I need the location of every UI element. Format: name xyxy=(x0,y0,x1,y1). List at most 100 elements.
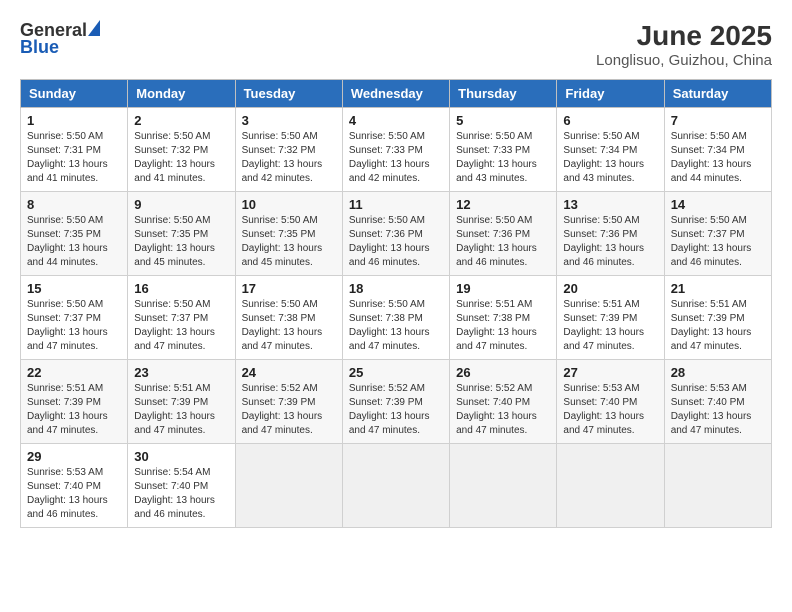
week-row-2: 8Sunrise: 5:50 AM Sunset: 7:35 PM Daylig… xyxy=(21,192,772,276)
weekday-header-tuesday: Tuesday xyxy=(235,80,342,108)
weekday-header-monday: Monday xyxy=(128,80,235,108)
day-cell: 28Sunrise: 5:53 AM Sunset: 7:40 PM Dayli… xyxy=(664,360,771,444)
weekday-header-thursday: Thursday xyxy=(450,80,557,108)
day-number: 16 xyxy=(134,281,228,296)
day-cell xyxy=(342,444,449,528)
day-number: 23 xyxy=(134,365,228,380)
day-number: 30 xyxy=(134,449,228,464)
day-number: 25 xyxy=(349,365,443,380)
subtitle: Longlisuo, Guizhou, China xyxy=(596,52,772,69)
day-info: Sunrise: 5:51 AM Sunset: 7:38 PM Dayligh… xyxy=(456,298,550,354)
day-info: Sunrise: 5:54 AM Sunset: 7:40 PM Dayligh… xyxy=(134,466,228,522)
day-cell: 23 Sunrise: 5:51 AM Sunset: 7:39 PM Dayli… xyxy=(128,360,235,444)
day-cell: 26 Sunrise: 5:52 AM Sunset: 7:40 PM Dayli… xyxy=(450,360,557,444)
day-info: Sunrise: 5:50 AM Sunset: 7:32 PM Dayligh… xyxy=(134,130,228,186)
day-info: Sunrise: 5:50 AM Sunset: 7:35 PM Dayligh… xyxy=(27,214,121,270)
day-cell: 3 Sunrise: 5:50 AM Sunset: 7:32 PM Daylig… xyxy=(235,108,342,192)
day-info: Sunrise: 5:50 AM Sunset: 7:33 PM Dayligh… xyxy=(456,130,550,186)
day-info: Sunrise: 5:50 AM Sunset: 7:38 PM Dayligh… xyxy=(242,298,336,354)
week-row-4: 22 Sunrise: 5:51 AM Sunset: 7:39 PM Dayli… xyxy=(21,360,772,444)
day-cell: 14 Sunrise: 5:50 AM Sunset: 7:37 PM Dayli… xyxy=(664,192,771,276)
day-number: 20 xyxy=(563,281,657,296)
main-title: June 2025 xyxy=(596,20,772,52)
day-cell: 20 Sunrise: 5:51 AM Sunset: 7:39 PM Dayli… xyxy=(557,276,664,360)
day-cell: 8Sunrise: 5:50 AM Sunset: 7:35 PM Daylig… xyxy=(21,192,128,276)
day-cell: 30 Sunrise: 5:54 AM Sunset: 7:40 PM Dayli… xyxy=(128,444,235,528)
day-info: Sunrise: 5:50 AM Sunset: 7:35 PM Dayligh… xyxy=(134,214,228,270)
title-block: June 2025 Longlisuo, Guizhou, China xyxy=(596,20,772,69)
day-info: Sunrise: 5:53 AM Sunset: 7:40 PM Dayligh… xyxy=(563,382,657,438)
day-cell: 21 Sunrise: 5:51 AM Sunset: 7:39 PM Dayli… xyxy=(664,276,771,360)
day-number: 27 xyxy=(563,365,657,380)
day-info: Sunrise: 5:51 AM Sunset: 7:39 PM Dayligh… xyxy=(563,298,657,354)
day-cell: 9 Sunrise: 5:50 AM Sunset: 7:35 PM Daylig… xyxy=(128,192,235,276)
day-number: 29 xyxy=(27,449,121,464)
day-info: Sunrise: 5:50 AM Sunset: 7:31 PM Dayligh… xyxy=(27,130,121,186)
day-cell: 29 Sunrise: 5:53 AM Sunset: 7:40 PM Dayli… xyxy=(21,444,128,528)
day-cell: 16 Sunrise: 5:50 AM Sunset: 7:37 PM Dayli… xyxy=(128,276,235,360)
day-cell: 25 Sunrise: 5:52 AM Sunset: 7:39 PM Dayli… xyxy=(342,360,449,444)
day-info: Sunrise: 5:50 AM Sunset: 7:37 PM Dayligh… xyxy=(671,214,765,270)
day-cell: 10 Sunrise: 5:50 AM Sunset: 7:35 PM Dayli… xyxy=(235,192,342,276)
day-info: Sunrise: 5:50 AM Sunset: 7:32 PM Dayligh… xyxy=(242,130,336,186)
day-cell: 11Sunrise: 5:50 AM Sunset: 7:36 PM Dayli… xyxy=(342,192,449,276)
day-number: 6 xyxy=(563,113,657,128)
day-info: Sunrise: 5:51 AM Sunset: 7:39 PM Dayligh… xyxy=(134,382,228,438)
day-cell xyxy=(235,444,342,528)
weekday-header-saturday: Saturday xyxy=(664,80,771,108)
day-info: Sunrise: 5:50 AM Sunset: 7:35 PM Dayligh… xyxy=(242,214,336,270)
day-info: Sunrise: 5:50 AM Sunset: 7:38 PM Dayligh… xyxy=(349,298,443,354)
day-number: 24 xyxy=(242,365,336,380)
day-number: 28 xyxy=(671,365,765,380)
day-number: 11 xyxy=(349,197,443,212)
day-cell: 19 Sunrise: 5:51 AM Sunset: 7:38 PM Dayli… xyxy=(450,276,557,360)
week-row-5: 29 Sunrise: 5:53 AM Sunset: 7:40 PM Dayli… xyxy=(21,444,772,528)
logo-blue: Blue xyxy=(20,37,59,58)
day-cell xyxy=(557,444,664,528)
day-number: 2 xyxy=(134,113,228,128)
logo-arrow xyxy=(88,20,100,36)
day-cell: 12Sunrise: 5:50 AM Sunset: 7:36 PM Dayli… xyxy=(450,192,557,276)
day-number: 21 xyxy=(671,281,765,296)
day-cell: 15Sunrise: 5:50 AM Sunset: 7:37 PM Dayli… xyxy=(21,276,128,360)
day-cell xyxy=(450,444,557,528)
day-info: Sunrise: 5:50 AM Sunset: 7:37 PM Dayligh… xyxy=(134,298,228,354)
day-number: 14 xyxy=(671,197,765,212)
day-cell: 5 Sunrise: 5:50 AM Sunset: 7:33 PM Daylig… xyxy=(450,108,557,192)
day-info: Sunrise: 5:52 AM Sunset: 7:39 PM Dayligh… xyxy=(242,382,336,438)
day-number: 26 xyxy=(456,365,550,380)
day-number: 17 xyxy=(242,281,336,296)
weekday-header-friday: Friday xyxy=(557,80,664,108)
day-number: 22 xyxy=(27,365,121,380)
day-info: Sunrise: 5:50 AM Sunset: 7:34 PM Dayligh… xyxy=(671,130,765,186)
day-number: 3 xyxy=(242,113,336,128)
day-info: Sunrise: 5:51 AM Sunset: 7:39 PM Dayligh… xyxy=(27,382,121,438)
day-cell: 18 Sunrise: 5:50 AM Sunset: 7:38 PM Dayli… xyxy=(342,276,449,360)
day-cell: 6 Sunrise: 5:50 AM Sunset: 7:34 PM Daylig… xyxy=(557,108,664,192)
day-info: Sunrise: 5:50 AM Sunset: 7:34 PM Dayligh… xyxy=(563,130,657,186)
calendar-table: SundayMondayTuesdayWednesdayThursdayFrid… xyxy=(20,79,772,528)
day-number: 5 xyxy=(456,113,550,128)
day-info: Sunrise: 5:50 AM Sunset: 7:37 PM Dayligh… xyxy=(27,298,121,354)
logo: General Blue xyxy=(20,20,100,58)
day-info: Sunrise: 5:53 AM Sunset: 7:40 PM Dayligh… xyxy=(27,466,121,522)
day-cell: 4 Sunrise: 5:50 AM Sunset: 7:33 PM Daylig… xyxy=(342,108,449,192)
day-info: Sunrise: 5:50 AM Sunset: 7:33 PM Dayligh… xyxy=(349,130,443,186)
week-row-3: 15Sunrise: 5:50 AM Sunset: 7:37 PM Dayli… xyxy=(21,276,772,360)
day-info: Sunrise: 5:50 AM Sunset: 7:36 PM Dayligh… xyxy=(563,214,657,270)
day-number: 13 xyxy=(563,197,657,212)
weekday-header-wednesday: Wednesday xyxy=(342,80,449,108)
day-cell xyxy=(664,444,771,528)
day-number: 18 xyxy=(349,281,443,296)
day-info: Sunrise: 5:52 AM Sunset: 7:40 PM Dayligh… xyxy=(456,382,550,438)
day-info: Sunrise: 5:52 AM Sunset: 7:39 PM Dayligh… xyxy=(349,382,443,438)
day-cell: 24 Sunrise: 5:52 AM Sunset: 7:39 PM Dayli… xyxy=(235,360,342,444)
day-cell: 1Sunrise: 5:50 AM Sunset: 7:31 PM Daylig… xyxy=(21,108,128,192)
day-number: 7 xyxy=(671,113,765,128)
day-cell: 2 Sunrise: 5:50 AM Sunset: 7:32 PM Daylig… xyxy=(128,108,235,192)
day-number: 10 xyxy=(242,197,336,212)
day-info: Sunrise: 5:51 AM Sunset: 7:39 PM Dayligh… xyxy=(671,298,765,354)
day-number: 9 xyxy=(134,197,228,212)
day-number: 4 xyxy=(349,113,443,128)
day-number: 19 xyxy=(456,281,550,296)
